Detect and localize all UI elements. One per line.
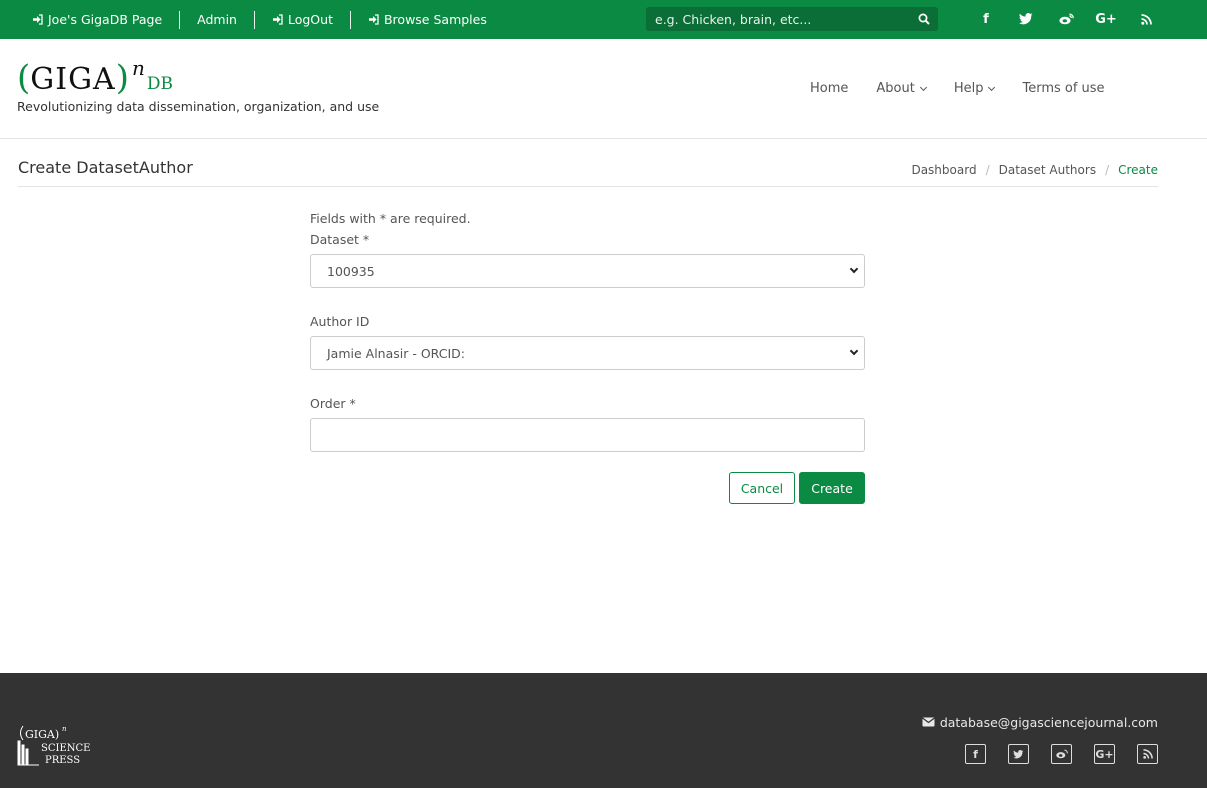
nav-terms-label: Terms of use bbox=[1022, 81, 1105, 96]
facebook-icon[interactable]: f bbox=[965, 744, 986, 764]
sign-in-icon bbox=[272, 14, 283, 25]
admin-link[interactable]: Admin bbox=[197, 12, 237, 27]
order-label: Order * bbox=[310, 396, 356, 411]
svg-text:GIGA): GIGA) bbox=[25, 728, 59, 741]
logo-paren-close: ) bbox=[115, 58, 129, 98]
twitter-icon[interactable] bbox=[1008, 744, 1029, 764]
breadcrumb-dataset-authors[interactable]: Dataset Authors bbox=[999, 163, 1096, 177]
search-input[interactable] bbox=[646, 7, 910, 31]
twitter-icon[interactable] bbox=[1006, 9, 1046, 29]
chevron-down-icon bbox=[919, 83, 927, 91]
breadcrumb-separator: / bbox=[1105, 163, 1110, 177]
site-footer: GIGA) n SCIENCE PRESS database@gigascien… bbox=[0, 673, 1207, 788]
tagline: Revolutionizing data dissemination, orga… bbox=[17, 99, 380, 114]
order-input[interactable] bbox=[311, 419, 864, 451]
gigadb-logo[interactable]: (GIGA) nDB bbox=[17, 58, 173, 98]
logout-label: LogOut bbox=[287, 12, 333, 27]
author-id-select-value: Jamie Alnasir - ORCID: bbox=[327, 345, 466, 361]
dataset-label: Dataset * bbox=[310, 232, 370, 247]
nav-terms[interactable]: Terms of use bbox=[1022, 81, 1104, 96]
gigascience-press-logo[interactable]: GIGA) n SCIENCE PRESS bbox=[17, 723, 107, 769]
footer-email-text: database@gigasciencejournal.com bbox=[939, 715, 1158, 730]
divider bbox=[253, 10, 255, 29]
user-page-label: Joe's GigaDB Page bbox=[48, 12, 163, 27]
nav-about[interactable]: About bbox=[876, 81, 927, 96]
svg-text:SCIENCE: SCIENCE bbox=[41, 743, 90, 754]
breadcrumb-separator: / bbox=[985, 163, 990, 177]
order-field-wrapper bbox=[310, 418, 865, 452]
chevron-down-icon bbox=[848, 264, 860, 277]
chevron-down-icon bbox=[848, 346, 860, 359]
social-links: f G+ bbox=[966, 9, 1166, 29]
breadcrumb: Dashboard / Dataset Authors / Create bbox=[911, 163, 1158, 177]
search-icon[interactable] bbox=[910, 7, 938, 31]
sign-in-icon bbox=[32, 14, 43, 25]
dataset-select-value: 100935 bbox=[327, 263, 375, 279]
facebook-icon[interactable]: f bbox=[966, 9, 1006, 29]
logo-giga: GIGA bbox=[30, 62, 116, 97]
dataset-author-form: Fields with * are required. Dataset * 10… bbox=[310, 210, 865, 504]
browse-samples-label: Browse Samples bbox=[383, 12, 487, 27]
divider bbox=[349, 10, 351, 29]
svg-text:PRESS: PRESS bbox=[45, 755, 80, 766]
page-title: Create DatasetAuthor bbox=[18, 158, 193, 177]
google-plus-icon[interactable]: G+ bbox=[1086, 9, 1126, 29]
search-box bbox=[646, 7, 938, 31]
logo-n: n bbox=[131, 56, 145, 80]
google-plus-icon[interactable]: G+ bbox=[1094, 744, 1115, 764]
footer-social-links: f G+ bbox=[965, 744, 1158, 764]
cancel-button[interactable]: Cancel bbox=[729, 472, 795, 504]
required-note: Fields with * are required. bbox=[310, 211, 471, 226]
form-actions: Cancel Create bbox=[310, 472, 865, 504]
weibo-icon[interactable] bbox=[1051, 744, 1072, 764]
footer-email[interactable]: database@gigasciencejournal.com bbox=[921, 715, 1158, 730]
logo-db: DB bbox=[146, 74, 173, 94]
dataset-select[interactable]: 100935 bbox=[310, 254, 865, 288]
envelope-icon bbox=[921, 715, 935, 730]
top-nav: Joe's GigaDB Page Admin LogOut Browse Sa… bbox=[32, 0, 487, 39]
main-nav: Home About Help Terms of use bbox=[810, 81, 1133, 96]
author-id-label: Author ID bbox=[310, 314, 370, 329]
site-header: (GIGA) nDB Revolutionizing data dissemina… bbox=[0, 39, 1207, 139]
title-bar: Create DatasetAuthor Dashboard / Dataset… bbox=[18, 139, 1158, 187]
nav-home[interactable]: Home bbox=[810, 81, 848, 96]
top-bar: Joe's GigaDB Page Admin LogOut Browse Sa… bbox=[0, 0, 1207, 39]
logout-link[interactable]: LogOut bbox=[272, 12, 333, 27]
divider bbox=[179, 10, 181, 29]
chevron-down-icon bbox=[988, 83, 996, 91]
breadcrumb-create: Create bbox=[1118, 163, 1158, 177]
rss-icon[interactable] bbox=[1126, 9, 1166, 29]
nav-help[interactable]: Help bbox=[953, 81, 996, 96]
user-page-link[interactable]: Joe's GigaDB Page bbox=[32, 12, 162, 27]
svg-text:n: n bbox=[62, 725, 67, 733]
breadcrumb-dashboard[interactable]: Dashboard bbox=[911, 163, 976, 177]
rss-icon[interactable] bbox=[1137, 744, 1158, 764]
weibo-icon[interactable] bbox=[1046, 9, 1086, 29]
nav-home-label: Home bbox=[810, 81, 849, 96]
author-id-select[interactable]: Jamie Alnasir - ORCID: bbox=[310, 336, 865, 370]
browse-samples-link[interactable]: Browse Samples bbox=[368, 12, 487, 27]
admin-label: Admin bbox=[197, 12, 237, 27]
sign-in-icon bbox=[368, 14, 379, 25]
create-button[interactable]: Create bbox=[799, 472, 865, 504]
logo-paren-open: ( bbox=[17, 58, 31, 98]
nav-help-label: Help bbox=[953, 81, 984, 96]
nav-about-label: About bbox=[876, 81, 915, 96]
